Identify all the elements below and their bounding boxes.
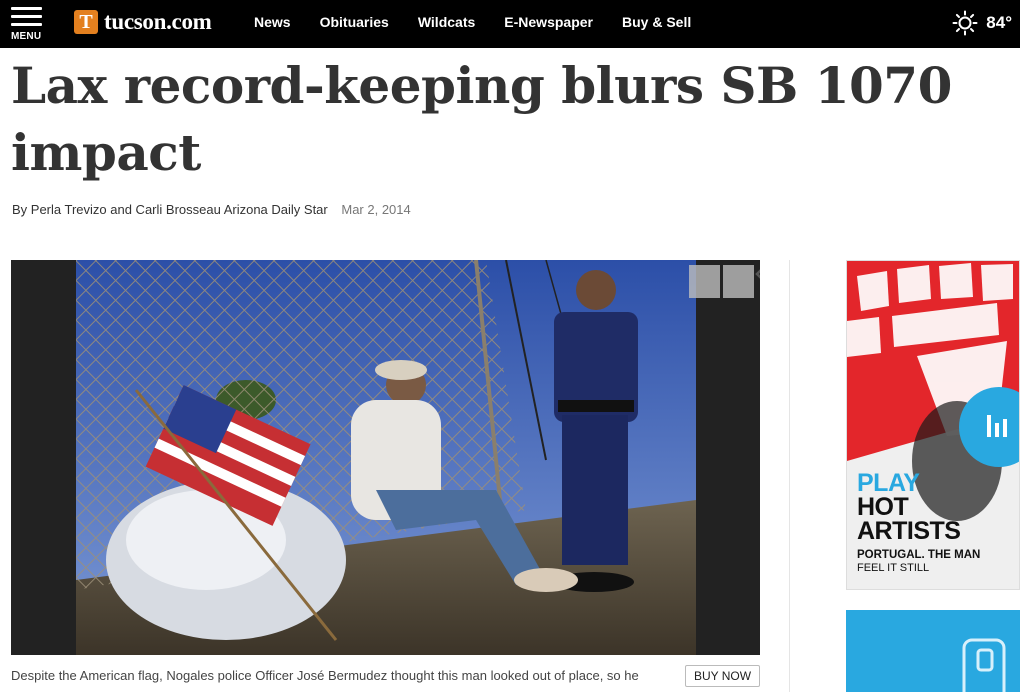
weather-widget[interactable]: 84° <box>952 10 1012 36</box>
ad-headline-hot: HOT <box>857 493 909 521</box>
menu-label: MENU <box>11 31 42 42</box>
ad-band-name: PORTUGAL. THE MAN <box>857 549 981 561</box>
article-photo <box>76 260 696 655</box>
byline: By Perla Trevizo and Carli Brosseau Ariz… <box>12 202 411 217</box>
byline-authors[interactable]: By Perla Trevizo and Carli Brosseau Ariz… <box>12 202 328 217</box>
logo-mark-icon: T <box>74 10 98 34</box>
secondary-advertisement[interactable] <box>846 610 1020 692</box>
nav-item-buy-sell[interactable]: Buy & Sell <box>622 14 691 30</box>
advertisement[interactable]: PLAY HOT ARTISTS PORTUGAL. THE MAN FEEL … <box>846 260 1020 590</box>
nav-item-obituaries[interactable]: Obituaries <box>320 14 389 30</box>
ad-headline-artists: ARTISTS <box>857 517 961 545</box>
gallery-next-button[interactable] <box>723 265 754 298</box>
ad-song-name: FEEL IT STILL <box>857 562 930 574</box>
buy-now-button[interactable]: BUY NOW <box>685 665 760 687</box>
gallery-prev-button[interactable] <box>689 265 760 298</box>
equalizer-icon <box>987 415 1007 437</box>
hamburger-icon-bar <box>11 23 42 26</box>
logo-text: tucson.com <box>104 9 212 34</box>
hamburger-icon <box>11 7 42 10</box>
main-nav: News Obituaries Wildcats E-Newspaper Buy… <box>254 14 720 30</box>
chevron-left-icon <box>755 269 760 279</box>
ad-artwork-secondary <box>962 638 1006 692</box>
ad-play-button[interactable] <box>959 387 1019 467</box>
sun-icon <box>952 10 978 36</box>
article-headline: Lax record-keeping blurs SB 1070 impact <box>11 56 952 182</box>
column-divider <box>789 260 790 692</box>
publish-date: Mar 2, 2014 <box>341 202 411 217</box>
top-navigation-bar: MENU T tucson.com News Obituaries Wildca… <box>0 0 1020 48</box>
nav-item-news[interactable]: News <box>254 14 291 30</box>
nav-item-e-newspaper[interactable]: E-Newspaper <box>504 14 593 30</box>
temperature: 84° <box>986 13 1012 32</box>
site-logo[interactable]: T tucson.com <box>74 9 212 35</box>
ad-copy: PLAY HOT ARTISTS PORTUGAL. THE MAN FEEL … <box>857 469 981 575</box>
hamburger-icon-bar <box>11 15 42 18</box>
ad-headline-play: PLAY <box>857 469 920 497</box>
nav-item-wildcats[interactable]: Wildcats <box>418 14 475 30</box>
photo-gallery[interactable] <box>11 260 760 655</box>
photo-caption: Despite the American flag, Nogales polic… <box>11 668 639 683</box>
menu-button[interactable]: MENU <box>8 4 48 44</box>
